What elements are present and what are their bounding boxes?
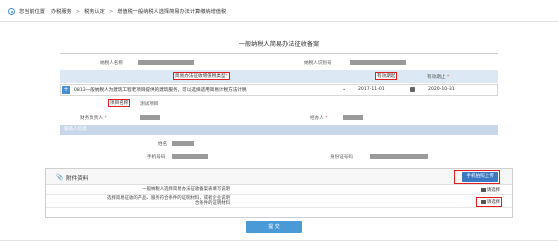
taxpayer-name-label: 纳税人名称 [100,61,123,66]
simple-method-type-label: 简易办法征收增值税类型* [173,72,230,80]
start-date-input[interactable]: 2017-11-01 [358,87,385,92]
top-divider [0,21,558,22]
mobile-value[interactable] [172,154,208,159]
type-header-row: 简易办法征收增值税类型* 有效期起 有效期止 * [60,70,498,83]
taxpayer-row: 纳税人名称 纳税人识别号 [60,57,498,68]
taxpayer-name-value [138,60,194,65]
page-title: 一般纳税人简易办法征收备案 [238,41,320,48]
contact-phone-row: 手机号码 身份证号码 [60,151,498,162]
project-name-label: 项目名称 [108,99,131,107]
paperclip-icon: 📎 [56,174,64,181]
choose-highlight [476,197,502,207]
breadcrumb-item-service[interactable]: 办税服务 [51,8,72,15]
finance-manager-value[interactable] [140,115,160,120]
attachment-row: 选择简易征收的产品、服务符合条件的证明材料，或者企业说明 合条件的证明材料 请选… [46,196,512,208]
breadcrumb-separator: > [108,8,114,15]
add-row-button[interactable]: + [62,86,70,94]
breadcrumb-separator: > [75,8,81,15]
submit-button[interactable]: 提 交 [246,221,302,233]
breadcrumb: 您当前位置 办税服务 > 税务认定 > 增值税一般纳税人选择简易办法计算缴纳增值… [8,7,226,16]
handler-label: 经办人 * [310,116,328,121]
taxpayer-id-label: 纳税人识别号 [304,61,332,66]
handler-value[interactable] [343,115,363,120]
taxpayer-id-value [350,60,406,65]
project-row: 项目名称 测试项目 [60,98,498,109]
end-date-input[interactable]: 2020-10-31 [428,87,455,92]
attachments-header: 📎 附件资料 手机拍照上传 [46,169,512,185]
attachments-panel: 📎 附件资料 手机拍照上传 一般纳税人选择简易办法征收备案表填写说明 请选择 选… [45,168,513,218]
attachments-title: 附件资料 [66,176,89,182]
calendar-icon[interactable] [410,87,415,92]
effective-end-label: 有效期止 * [427,75,450,80]
id-number-label: 身份证号码 [330,155,353,160]
simple-method-type-select[interactable]: 0813一般纳税人为建筑工程老项目提供的建筑服务，可以选择适用简易计税方法计税 [74,87,246,93]
mobile-label: 手机号码 [147,155,166,160]
name-label: 姓名 [158,142,168,147]
contact-name-row: 姓名 [60,138,498,149]
breadcrumb-item-current: 增值税一般纳税人选择简易办法计算缴纳增值税 [117,9,227,15]
upload-highlight [454,170,500,184]
id-number-value[interactable] [370,154,428,159]
manager-row: 财务负责人 * 经办人 * [60,112,498,123]
title-divider [60,53,498,54]
finance-manager-label: 财务负责人 * [80,116,107,121]
breadcrumb-prefix: 您当前位置 [19,9,45,15]
attachment-row: 一般纳税人选择简易办法征收备案表填写说明 请选择 [46,185,512,195]
folder-icon [480,187,486,192]
chevron-down-icon[interactable]: ⌄ [342,86,346,92]
location-pin-icon [8,8,15,15]
bottom-divider [0,240,558,241]
type-entry-row: + 0813一般纳税人为建筑工程老项目提供的建筑服务，可以选择适用简易计税方法计… [60,84,498,96]
name-value[interactable] [172,141,194,146]
choose-file-button[interactable]: 请选择 [480,187,500,193]
project-name-input[interactable]: 测试项目 [140,101,158,107]
contact-section-header: 联系人信息 [60,125,498,135]
breadcrumb-item-tax-recognition[interactable]: 税务认定 [84,8,105,15]
attachment-name: 选择简易征收的产品、服务符合条件的证明材料，或者企业说明 合条件的证明材料 [107,196,230,206]
attachment-name: 一般纳税人选择简易办法征收备案表填写说明 [142,187,230,192]
effective-start-label: 有效期起 [375,72,398,80]
